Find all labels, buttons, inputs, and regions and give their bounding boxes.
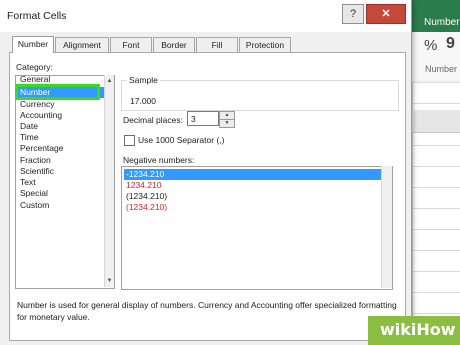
category-item-date[interactable]: Date xyxy=(20,121,38,132)
category-description: Number is used for general display of nu… xyxy=(17,300,397,322)
dialog-title-bar[interactable]: Format Cells ? ✕ xyxy=(0,0,411,32)
format-cells-dialog: Format Cells ? ✕ Number Alignment Font B… xyxy=(0,0,412,345)
spin-down-icon[interactable]: ▼ xyxy=(219,119,235,128)
scroll-up-icon[interactable]: ▲ xyxy=(106,77,113,85)
tab-font[interactable]: Font xyxy=(110,37,152,52)
negative-format-item[interactable]: 1234.210 xyxy=(124,180,161,191)
category-item-accounting[interactable]: Accounting xyxy=(20,110,62,121)
close-button[interactable]: ✕ xyxy=(366,4,406,24)
negative-format-item[interactable]: (1234.210) xyxy=(124,202,167,213)
negative-format-item[interactable]: (1234.210) xyxy=(124,191,167,202)
scroll-down-icon[interactable]: ▼ xyxy=(106,277,113,285)
worksheet-header-band xyxy=(412,110,460,133)
decimal-places-input[interactable]: 3 xyxy=(187,111,219,126)
dialog-title: Format Cells xyxy=(7,10,67,22)
category-scrollbar[interactable]: ▲ ▼ xyxy=(104,75,114,287)
negative-numbers-list[interactable]: -1234.210 1234.210 (1234.210) (1234.210) xyxy=(121,166,393,290)
category-item-percentage[interactable]: Percentage xyxy=(20,143,63,154)
tab-number[interactable]: Number xyxy=(12,36,54,53)
sample-label: Sample xyxy=(127,75,160,85)
watermark-text: wikiHow xyxy=(380,320,456,339)
category-label: Category: xyxy=(16,62,53,72)
percent-style-button[interactable]: % xyxy=(424,37,437,54)
comma-style-button[interactable]: 9 xyxy=(446,35,455,53)
tab-border[interactable]: Border xyxy=(153,37,195,52)
category-highlight-box xyxy=(15,84,100,100)
thousand-separator-label[interactable]: Use 1000 Separator (,) xyxy=(138,135,224,145)
negative-numbers-scrollbar[interactable] xyxy=(381,166,392,288)
thousand-separator-checkbox[interactable] xyxy=(124,135,135,146)
category-item-text[interactable]: Text xyxy=(20,177,36,188)
excel-title-text: Number xyxy=(424,17,460,28)
category-item-fraction[interactable]: Fraction xyxy=(20,155,51,166)
category-list[interactable]: General Number Currency Accounting Date … xyxy=(15,75,115,289)
decimal-places-label: Decimal places: xyxy=(123,115,183,125)
category-item-custom[interactable]: Custom xyxy=(20,200,49,211)
tab-protection[interactable]: Protection xyxy=(239,37,291,52)
negative-format-item[interactable]: -1234.210 xyxy=(124,169,382,180)
negative-numbers-label: Negative numbers: xyxy=(123,155,195,165)
tab-alignment[interactable]: Alignment xyxy=(55,37,109,52)
category-item-special[interactable]: Special xyxy=(20,188,48,199)
sample-value: 17.000 xyxy=(130,96,156,106)
category-item-currency[interactable]: Currency xyxy=(20,99,54,110)
number-group-label: Number xyxy=(425,64,458,74)
sample-group-box xyxy=(121,80,399,111)
help-button[interactable]: ? xyxy=(342,4,364,24)
category-item-scientific[interactable]: Scientific xyxy=(20,166,54,177)
category-item-time[interactable]: Time xyxy=(20,132,39,143)
tab-fill[interactable]: Fill xyxy=(196,37,238,52)
